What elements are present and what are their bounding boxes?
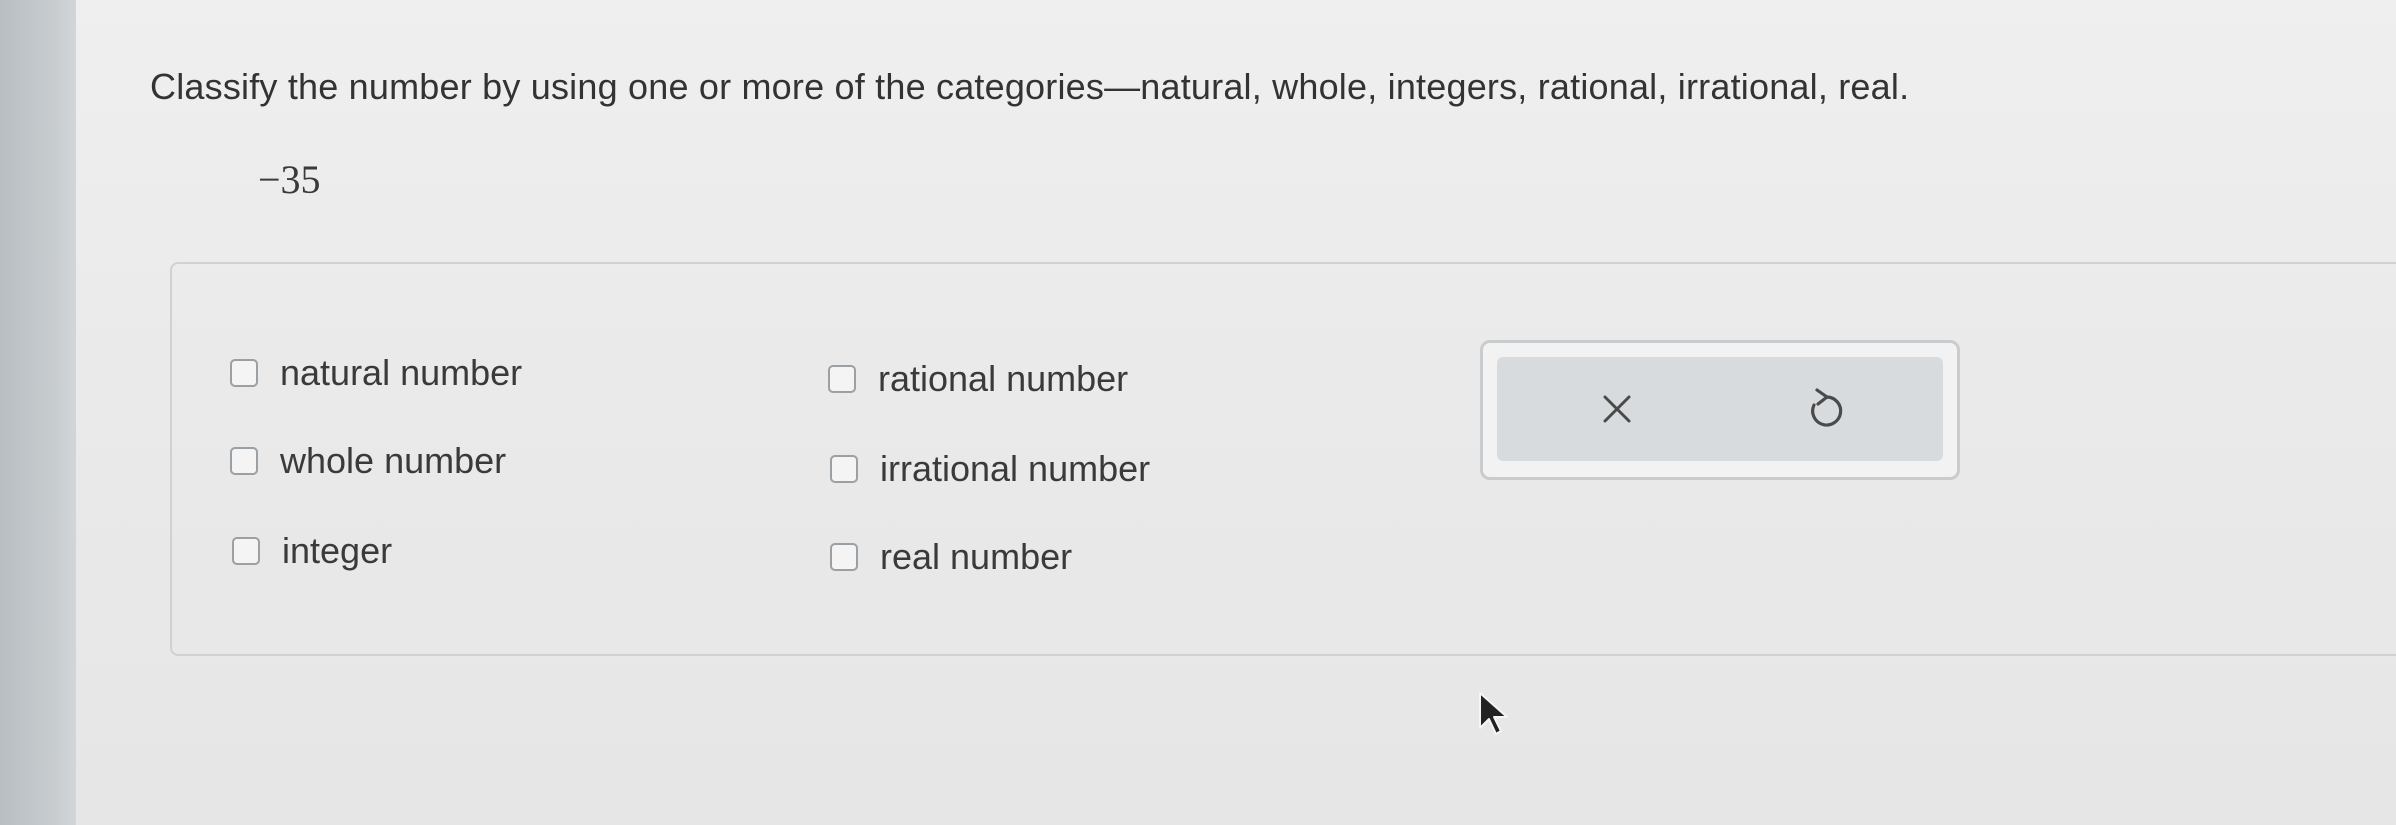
option-label: real number bbox=[880, 536, 1073, 577]
answer-actions bbox=[1480, 340, 1960, 480]
checkbox[interactable] bbox=[230, 447, 258, 475]
option-label: integer bbox=[282, 530, 393, 571]
option-label: natural number bbox=[280, 352, 523, 393]
option-label: rational number bbox=[878, 358, 1129, 399]
option-integer[interactable]: integer bbox=[232, 530, 392, 572]
undo-icon bbox=[1811, 388, 1843, 427]
option-whole-number[interactable]: whole number bbox=[230, 440, 506, 482]
checkbox[interactable] bbox=[828, 365, 856, 393]
checkbox[interactable] bbox=[232, 537, 260, 565]
mouse-cursor-icon bbox=[1479, 692, 1508, 735]
question-number: −35 bbox=[258, 157, 321, 202]
option-label: whole number bbox=[280, 440, 507, 481]
checkbox[interactable] bbox=[230, 359, 258, 387]
option-real-number[interactable]: real number bbox=[830, 536, 1072, 578]
option-rational-number[interactable]: rational number bbox=[828, 358, 1128, 400]
x-icon bbox=[1603, 395, 1631, 423]
checkbox[interactable] bbox=[830, 543, 858, 571]
option-natural-number[interactable]: natural number bbox=[230, 352, 522, 394]
checkbox[interactable] bbox=[830, 455, 858, 483]
option-label: irrational number bbox=[880, 448, 1151, 489]
question-prompt: Classify the number by using one or more… bbox=[150, 66, 1910, 107]
undo-button[interactable] bbox=[1767, 357, 1887, 461]
left-edge-panel bbox=[0, 0, 76, 825]
page: Classify the number by using one or more… bbox=[0, 0, 2396, 825]
clear-button[interactable] bbox=[1557, 357, 1677, 461]
option-irrational-number[interactable]: irrational number bbox=[830, 448, 1150, 490]
action-bar bbox=[1497, 357, 1943, 461]
